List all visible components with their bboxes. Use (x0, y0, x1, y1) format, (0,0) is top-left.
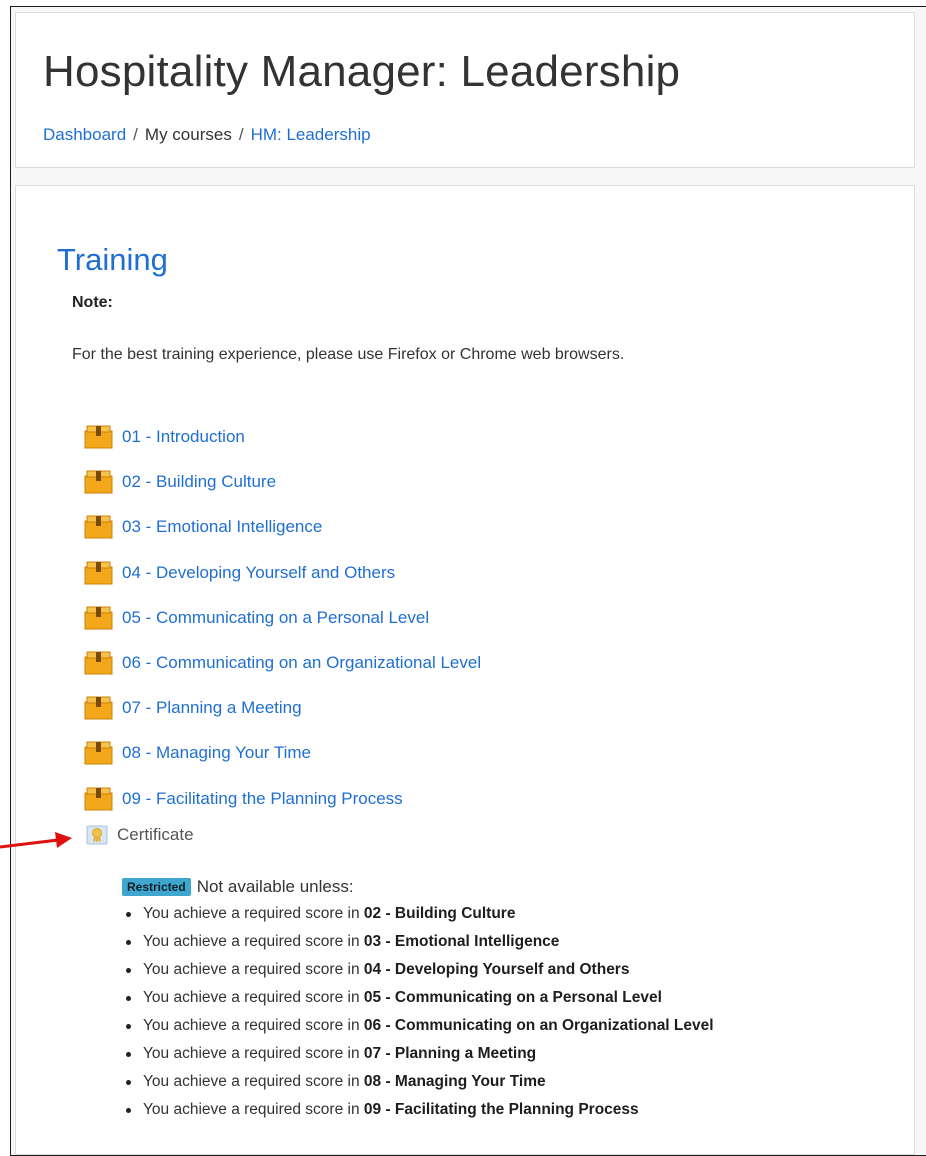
activity-item[interactable]: 07 - Planning a Meeting (84, 695, 302, 721)
course-content: Training Note: For the best training exp… (15, 185, 915, 1155)
restriction-condition: You achieve a required score in 02 - Bui… (122, 900, 714, 928)
activity-item[interactable]: 09 - Facilitating the Planning Process (84, 786, 403, 812)
activity-link[interactable]: 03 - Emotional Intelligence (122, 517, 322, 537)
package-icon (84, 425, 113, 449)
breadcrumb: Dashboard / My courses / HM: Leadership (43, 125, 371, 145)
breadcrumb-dashboard[interactable]: Dashboard (43, 125, 126, 144)
note-text: For the best training experience, please… (72, 346, 625, 363)
package-icon (84, 741, 113, 765)
activity-item[interactable]: 04 - Developing Yourself and Others (84, 560, 395, 586)
activity-link[interactable]: 04 - Developing Yourself and Others (122, 563, 395, 583)
package-icon (84, 470, 113, 494)
activity-item[interactable]: 06 - Communicating on an Organizational … (84, 650, 481, 676)
condition-activity: 07 - Planning a Meeting (363, 1045, 537, 1062)
page-title: Hospitality Manager: Leadership (43, 47, 681, 96)
condition-activity: 02 - Building Culture (363, 905, 516, 922)
package-icon (84, 651, 113, 675)
activity-link[interactable]: 09 - Facilitating the Planning Process (122, 789, 403, 809)
package-icon (84, 561, 113, 585)
package-icon (84, 515, 113, 539)
certificate-label: Certificate (117, 825, 194, 844)
restriction-condition: You achieve a required score in 06 - Com… (122, 1012, 714, 1040)
restriction-condition: You achieve a required score in 08 - Man… (122, 1068, 714, 1096)
breadcrumb-course[interactable]: HM: Leadership (251, 125, 371, 144)
restriction-info: Restricted Not available unless: You ach… (122, 876, 714, 1124)
condition-prefix: You achieve a required score in (143, 1045, 360, 1062)
restricted-badge: Restricted (122, 878, 191, 896)
certificate-icon (86, 825, 108, 845)
activity-link[interactable]: 07 - Planning a Meeting (122, 698, 302, 718)
restriction-text: Not available unless: (196, 877, 354, 896)
restriction-condition: You achieve a required score in 05 - Com… (122, 984, 714, 1012)
activity-item[interactable]: 08 - Managing Your Time (84, 740, 311, 766)
note-label: Note: (72, 294, 113, 311)
activity-item[interactable]: 05 - Communicating on a Personal Level (84, 605, 429, 631)
restriction-conditions: You achieve a required score in 02 - Bui… (122, 900, 714, 1124)
activity-link[interactable]: 02 - Building Culture (122, 472, 276, 492)
package-icon (84, 787, 113, 811)
condition-activity: 08 - Managing Your Time (363, 1073, 546, 1090)
breadcrumb-separator: / (238, 125, 244, 144)
red-arrow-annotation (0, 832, 72, 849)
restriction-condition: You achieve a required score in 03 - Emo… (122, 928, 714, 956)
activity-item[interactable]: 01 - Introduction (84, 424, 245, 450)
condition-activity: 06 - Communicating on an Organizational … (363, 1017, 714, 1034)
activity-link[interactable]: 08 - Managing Your Time (122, 743, 311, 763)
breadcrumb-my-courses: My courses (144, 125, 232, 144)
condition-prefix: You achieve a required score in (143, 1017, 360, 1034)
condition-activity: 05 - Communicating on a Personal Level (363, 989, 662, 1006)
restriction-condition: You achieve a required score in 07 - Pla… (122, 1040, 714, 1068)
condition-prefix: You achieve a required score in (143, 1073, 360, 1090)
breadcrumb-separator: / (133, 125, 138, 144)
activity-link[interactable]: 01 - Introduction (122, 427, 245, 447)
restriction-condition: You achieve a required score in 09 - Fac… (122, 1096, 714, 1124)
activity-item[interactable]: 02 - Building Culture (84, 469, 276, 495)
condition-prefix: You achieve a required score in (143, 1101, 360, 1118)
activity-link[interactable]: 06 - Communicating on an Organizational … (122, 653, 481, 673)
section-title: Training (57, 242, 168, 277)
condition-prefix: You achieve a required score in (143, 961, 360, 978)
condition-activity: 03 - Emotional Intelligence (363, 933, 560, 950)
package-icon (84, 696, 113, 720)
certificate-activity: Certificate (86, 822, 194, 848)
activity-item[interactable]: 03 - Emotional Intelligence (84, 514, 322, 540)
restriction-condition: You achieve a required score in 04 - Dev… (122, 956, 714, 984)
activity-link[interactable]: 05 - Communicating on a Personal Level (122, 608, 429, 628)
condition-activity: 04 - Developing Yourself and Others (363, 961, 630, 978)
condition-prefix: You achieve a required score in (143, 933, 360, 950)
package-icon (84, 606, 113, 630)
condition-activity: 09 - Facilitating the Planning Process (363, 1101, 639, 1118)
condition-prefix: You achieve a required score in (143, 905, 360, 922)
page-header: Hospitality Manager: Leadership Dashboar… (15, 12, 915, 168)
condition-prefix: You achieve a required score in (143, 989, 360, 1006)
